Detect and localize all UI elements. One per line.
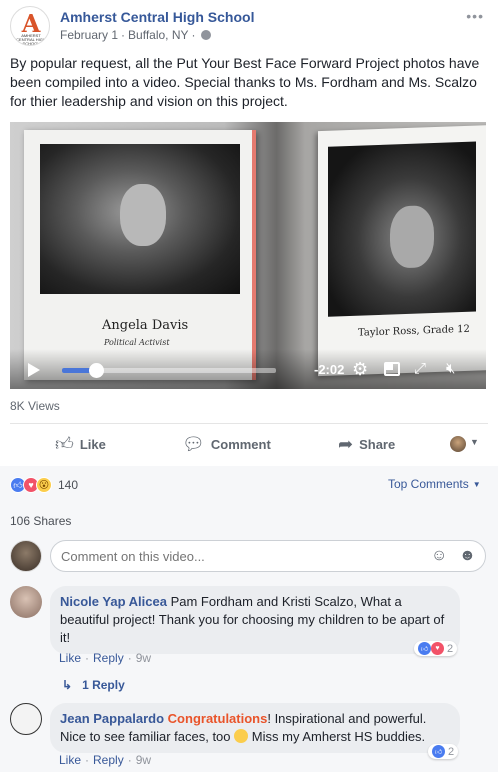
commenter-avatar[interactable] xyxy=(10,703,42,735)
share-count[interactable]: 106 Shares xyxy=(10,514,71,528)
comment-highlight: Congratulations xyxy=(167,711,268,726)
user-avatar xyxy=(10,540,42,572)
like-reaction-icon: 👍︎ xyxy=(418,642,431,655)
divider xyxy=(10,423,488,424)
poster-photo-left xyxy=(40,144,240,294)
thumbs-up-icon: 👍︎ xyxy=(55,434,74,454)
reaction-summary[interactable]: 👍︎ ♥ 😮︎ 140 xyxy=(10,477,78,493)
comment-author[interactable]: Jean Pappalardo xyxy=(60,711,164,726)
comment-text-end: Miss my Amherst HS buddies. xyxy=(251,729,426,744)
caret-down-icon[interactable]: ▼ xyxy=(470,437,479,447)
globe-icon xyxy=(200,30,211,40)
meta-separator: · xyxy=(191,28,196,42)
meta-separator: · xyxy=(121,28,126,42)
gear-icon[interactable]: ⚙ xyxy=(352,360,368,378)
comment-label: Comment xyxy=(210,436,271,452)
poster-photo-right xyxy=(328,141,476,317)
comment-reply-link[interactable]: Reply xyxy=(93,753,124,767)
post-text: By popular request, all the Put Your Bes… xyxy=(10,55,480,109)
comment-like-link[interactable]: Like xyxy=(59,753,81,767)
comment-composer[interactable]: ☺ ☻ xyxy=(50,540,486,572)
share-arrow-icon: ➦ xyxy=(338,433,354,454)
post-location[interactable]: Buffalo, NY xyxy=(128,28,188,42)
like-button[interactable]: 👍︎ Like xyxy=(55,428,106,460)
post-header: A AMHERST CENTRAL HIGH SCHOOL Amherst Ce… xyxy=(0,0,498,48)
view-count: 8K Views xyxy=(10,399,60,413)
comment-bubble: Jean Pappalardo Congratulations! Inspira… xyxy=(50,703,460,753)
post-date[interactable]: February 1 xyxy=(60,28,118,42)
love-reaction-icon: ♥ xyxy=(431,642,444,655)
comment-button[interactable]: 💬︎ Comment xyxy=(182,428,271,460)
video-poster-right: Taylor Ross, Grade 12 xyxy=(318,124,486,377)
emoji-icon[interactable]: ☺ xyxy=(431,547,447,565)
page-avatar-subtext: AMHERST CENTRAL HIGH SCHOOL xyxy=(16,33,46,46)
comment-reply-link[interactable]: Reply xyxy=(93,651,124,665)
like-label: Like xyxy=(79,436,106,452)
share-button[interactable]: ➦ Share xyxy=(338,428,395,460)
comment-actions: Like · Reply · 9w xyxy=(59,753,152,767)
action-bar: 👍︎ Like 💬︎ Comment ➦ Share ▼ xyxy=(0,428,498,460)
like-reaction-icon: 👍︎ xyxy=(432,745,445,758)
reply-arrow-icon: ↳ xyxy=(62,678,73,692)
comment-reactions[interactable]: 👍︎ ♥ 2 xyxy=(414,641,458,656)
smile-emoji-icon xyxy=(234,729,249,743)
comment-reaction-count: 2 xyxy=(447,642,454,655)
comment-reactions[interactable]: 👍︎ 2 xyxy=(428,744,459,759)
poster-caption-right: Taylor Ross, Grade 12 xyxy=(358,323,470,339)
comment-author[interactable]: Nicole Yap Alicea xyxy=(60,594,167,609)
caret-down-icon: ▼ xyxy=(472,479,481,489)
comment-actions: Like · Reply · 9w xyxy=(59,651,152,665)
comment-reaction-count: 2 xyxy=(448,745,455,758)
view-replies-link[interactable]: ↳ 1 Reply xyxy=(62,678,125,692)
post-meta: February 1 · Buffalo, NY · xyxy=(60,28,211,42)
reaction-count: 140 xyxy=(58,478,79,492)
share-label: Share xyxy=(359,436,396,452)
mute-icon[interactable]: 🔇︎ xyxy=(446,360,455,377)
wow-reaction-icon: 😮︎ xyxy=(36,477,52,493)
comment-time[interactable]: 9w xyxy=(136,651,151,665)
video-poster-left: Angela Davis Political Activist xyxy=(24,130,256,380)
sticker-icon[interactable]: ☻ xyxy=(459,547,476,565)
commenter-avatar[interactable] xyxy=(10,586,42,618)
poster-caption-left: Angela Davis xyxy=(102,318,189,333)
comment-bubble: Nicole Yap Alicea Pam Fordham and Kristi… xyxy=(50,586,460,654)
comment-sort-label: Top Comments xyxy=(388,477,469,491)
video-progress-bar[interactable] xyxy=(62,363,276,378)
share-as-avatar[interactable] xyxy=(450,436,466,452)
expand-icon[interactable]: ⤢ xyxy=(414,360,426,377)
comment-sort-dropdown[interactable]: Top Comments ▼ xyxy=(388,477,481,491)
time-remaining: -2:02 xyxy=(314,362,345,377)
replies-label: 1 Reply xyxy=(82,678,125,692)
page-name-link[interactable]: Amherst Central High School xyxy=(60,9,254,25)
more-icon[interactable]: ••• xyxy=(466,8,484,24)
poster-subcaption-left: Political Activist xyxy=(104,338,170,347)
comment-time[interactable]: 9w xyxy=(136,753,151,767)
comment-input[interactable] xyxy=(61,549,411,564)
page-avatar[interactable]: A AMHERST CENTRAL HIGH SCHOOL xyxy=(10,6,50,46)
comment-like-link[interactable]: Like xyxy=(59,651,81,665)
video-progress-knob[interactable] xyxy=(89,363,105,378)
video-controls: -2:02 ⚙ ⤢ 🔇︎ xyxy=(10,349,486,389)
video-player[interactable]: Angela Davis Political Activist Taylor R… xyxy=(10,122,486,389)
comment-bubble-icon: 💬︎ xyxy=(182,433,205,454)
pip-icon[interactable] xyxy=(384,362,400,376)
play-icon[interactable] xyxy=(28,363,40,377)
